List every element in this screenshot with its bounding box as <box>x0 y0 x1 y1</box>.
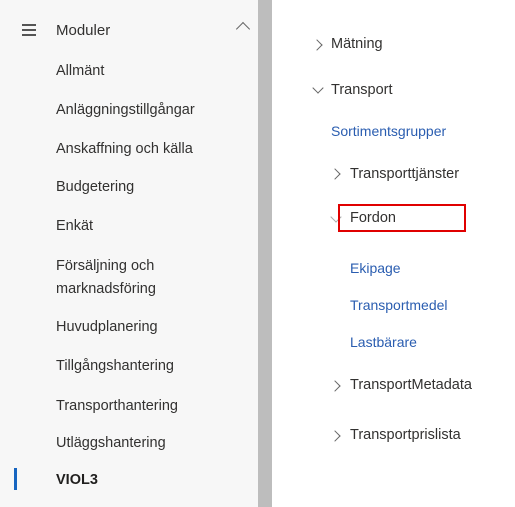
nav-item-anskaffning-och-kalla[interactable]: Anskaffning och källa <box>56 138 193 161</box>
tree-node-transportprislista[interactable]: Transportprislista <box>350 427 461 443</box>
tree-node-transport[interactable]: Transport <box>331 82 393 98</box>
link-ekipage[interactable]: Ekipage <box>350 260 401 276</box>
nav-item-allmant[interactable]: Allmänt <box>56 60 104 83</box>
modules-header-label: Moduler <box>56 22 111 39</box>
tree-node-transporttjanster[interactable]: Transporttjänster <box>350 166 459 182</box>
active-indicator <box>14 468 17 490</box>
nav-item-tillgangshantering[interactable]: Tillgångshantering <box>56 355 174 378</box>
nav-item-viol3[interactable]: VIOL3 <box>56 469 98 492</box>
tree-node-matning[interactable]: Mätning <box>331 36 383 52</box>
nav-item-anlaggningstillgangar[interactable]: Anläggningstillgångar <box>56 99 195 122</box>
chevron-down-icon[interactable] <box>312 82 324 94</box>
nav-item-budgetering[interactable]: Budgetering <box>56 176 134 199</box>
chevron-right-icon[interactable] <box>329 168 341 180</box>
nav-item-utlaggshantering[interactable]: Utläggshantering <box>56 432 166 455</box>
chevron-right-icon[interactable] <box>329 380 341 392</box>
nav-item-label-line2: marknadsföring <box>56 281 156 297</box>
highlight-box <box>338 204 466 232</box>
tree-node-transport-metadata[interactable]: TransportMetadata <box>350 377 472 393</box>
link-sortimentsgrupper[interactable]: Sortimentsgrupper <box>331 123 446 139</box>
link-transportmedel[interactable]: Transportmedel <box>350 297 448 313</box>
chevron-right-icon[interactable] <box>329 430 341 442</box>
nav-item-label-line1: Försäljning och <box>56 258 155 274</box>
chevron-right-icon[interactable] <box>311 39 323 51</box>
link-lastbarare[interactable]: Lastbärare <box>350 334 417 350</box>
nav-item-huvudplanering[interactable]: Huvudplanering <box>56 316 158 339</box>
modules-nav-pane: Moduler Allmänt Anläggningstillgångar An… <box>0 0 258 507</box>
nav-item-enkat[interactable]: Enkät <box>56 215 93 238</box>
modules-list-icon <box>22 24 36 38</box>
nav-item-forsaljning-och-marknadsforing[interactable]: Försäljning och marknadsföring <box>56 255 156 301</box>
pane-splitter[interactable] <box>258 0 272 507</box>
modules-header[interactable]: Moduler <box>0 14 258 48</box>
chevron-up-icon[interactable] <box>235 21 251 37</box>
nav-item-transporthantering[interactable]: Transporthantering <box>56 395 178 418</box>
